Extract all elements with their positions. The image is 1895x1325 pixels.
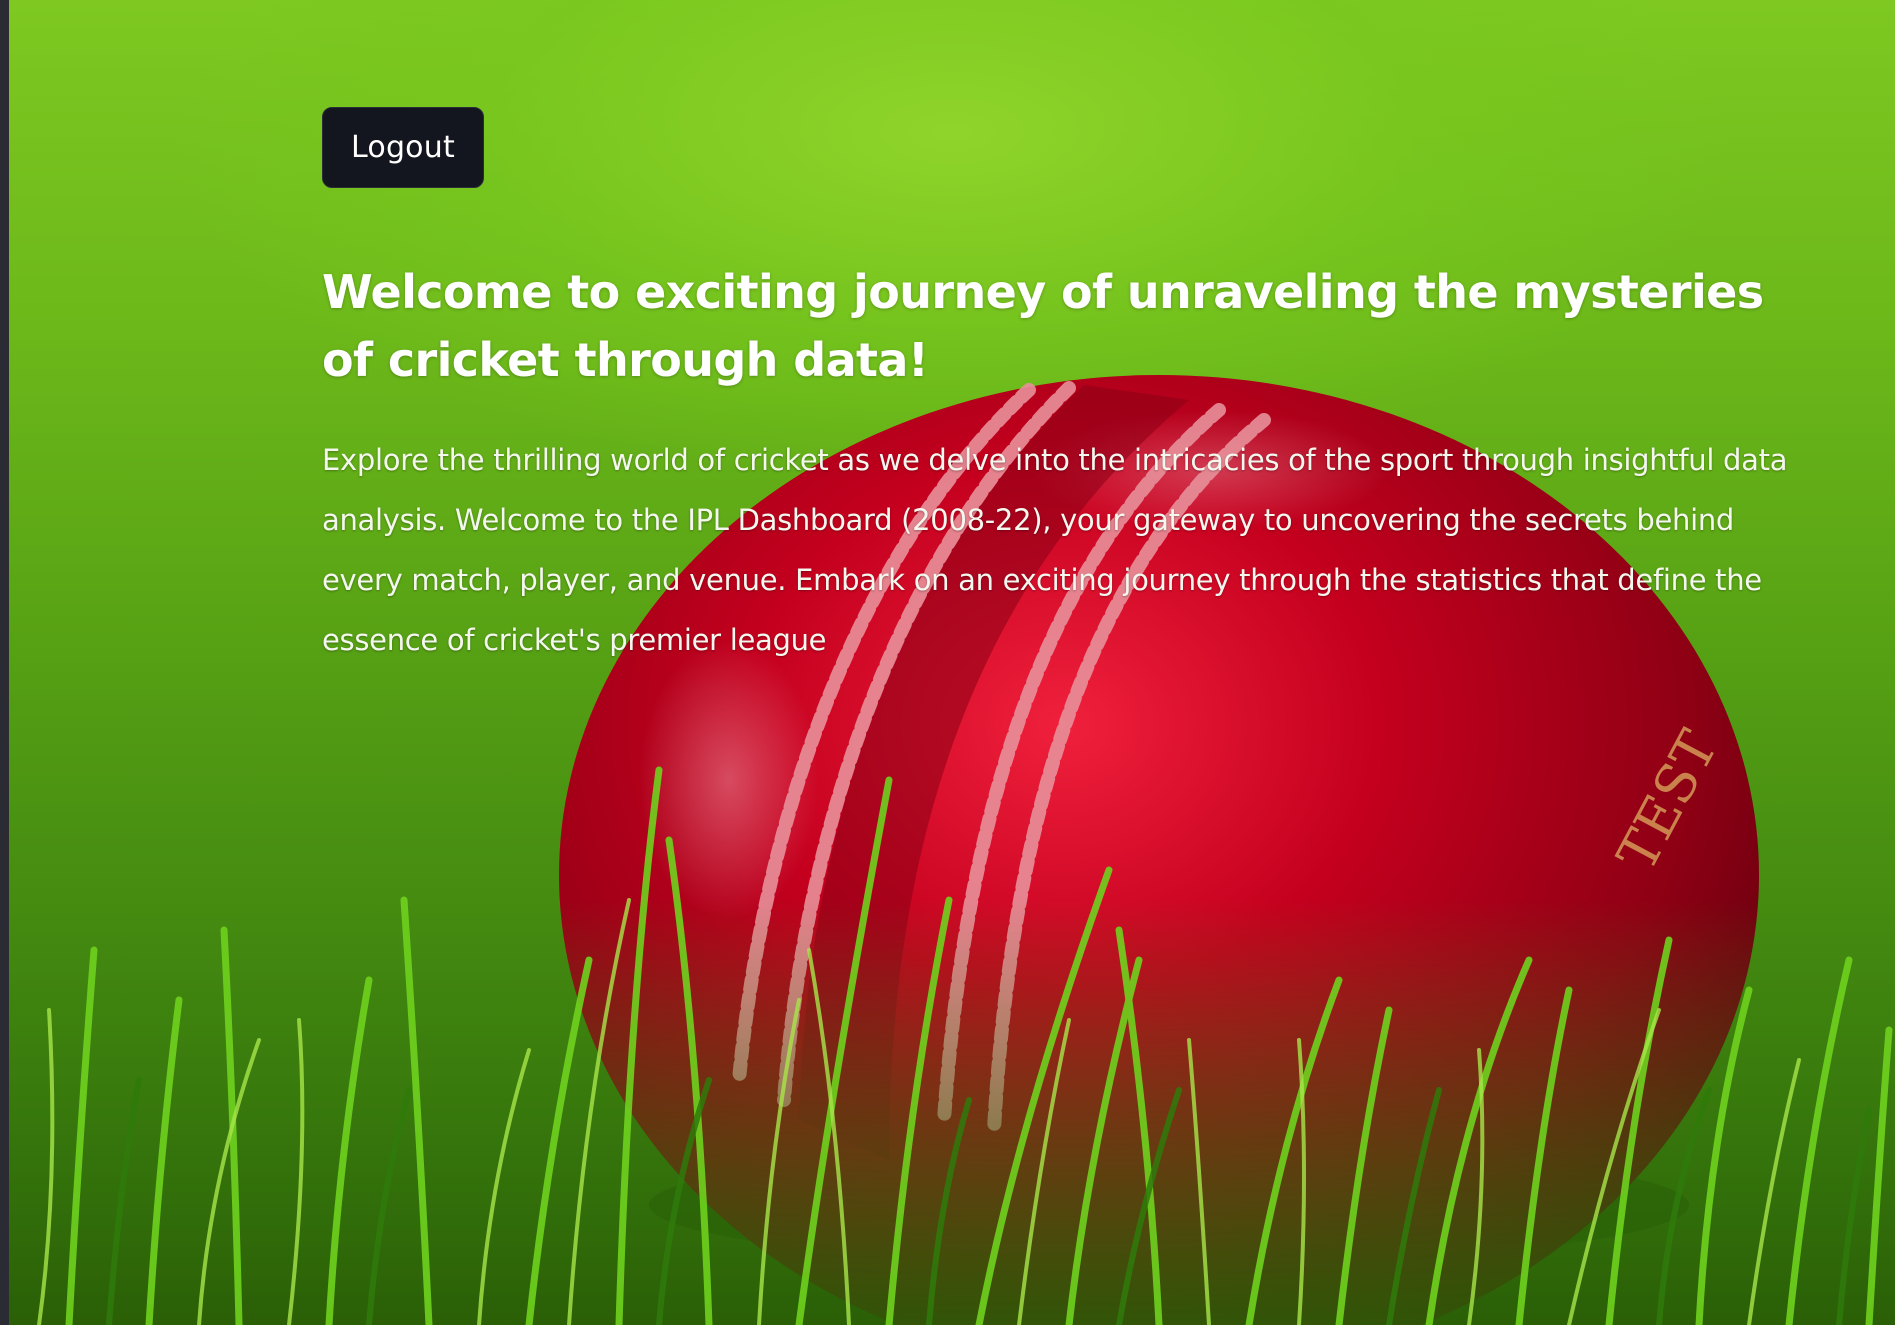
left-edge-bar	[0, 0, 9, 1325]
app-window: TEST Logout Welcome to exciting journey …	[0, 0, 1895, 1325]
intro-paragraph: Explore the thrilling world of cricket a…	[322, 443, 1788, 657]
logout-button[interactable]: Logout	[322, 107, 484, 188]
page-title: Welcome to exciting journey of unravelin…	[322, 265, 1764, 387]
main-content: Logout Welcome to exciting journey of un…	[322, 107, 1822, 670]
